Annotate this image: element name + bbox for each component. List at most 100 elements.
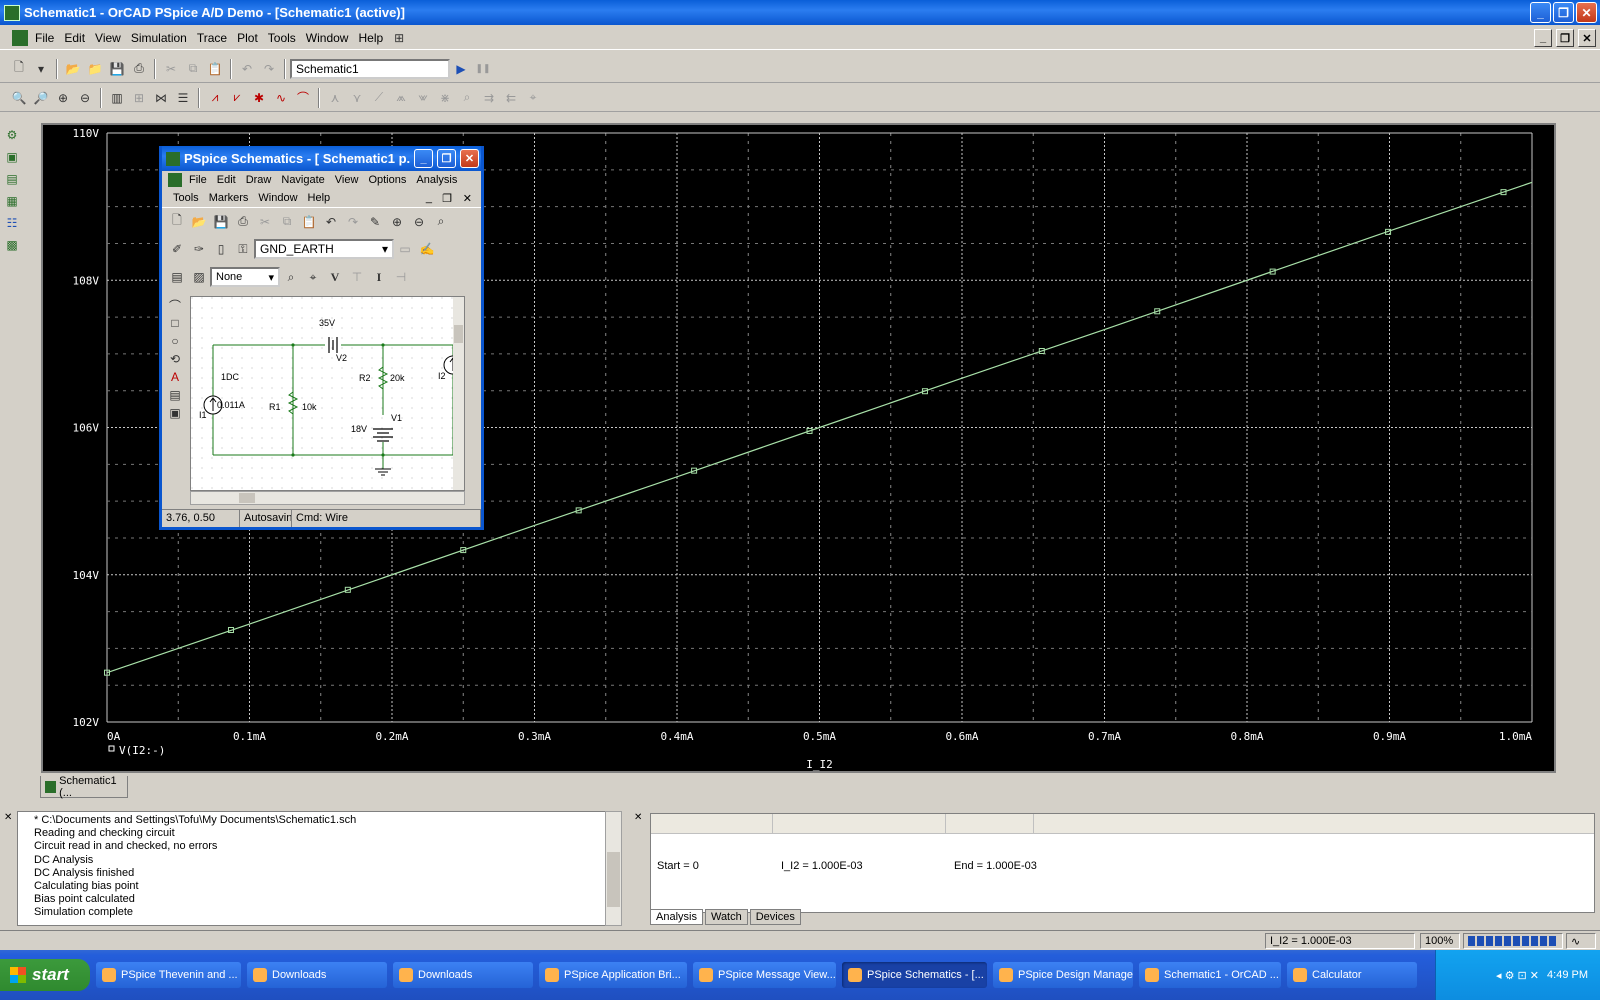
log-x-icon[interactable]: ▥ xyxy=(108,89,126,107)
cut-icon[interactable]: ✂ xyxy=(162,60,180,78)
cursor-trough-icon[interactable]: ⋎ xyxy=(348,89,366,107)
new-doc-icon[interactable]: 🗋 xyxy=(10,60,28,78)
eval-measurement-icon[interactable]: ✱ xyxy=(250,89,268,107)
sim-panel-close[interactable]: ✕ xyxy=(634,812,642,823)
schem-menu-file[interactable]: File xyxy=(184,174,212,186)
schem-menu-view[interactable]: View xyxy=(330,174,364,186)
schem-wire-icon[interactable]: ✐ xyxy=(168,240,186,258)
output-scrollbar[interactable] xyxy=(605,811,622,926)
add-trace-icon[interactable]: ⩘ xyxy=(206,89,224,107)
taskbar-task[interactable]: Downloads xyxy=(247,962,387,988)
mdi-close-button[interactable]: ✕ xyxy=(1578,29,1596,47)
menu-simulation[interactable]: Simulation xyxy=(126,31,192,45)
taskbar-task[interactable]: PSpice Design Manager xyxy=(993,962,1133,988)
current-marker-button[interactable]: I xyxy=(370,268,388,286)
schem-setup-icon[interactable]: ▤ xyxy=(168,268,186,286)
output-scroll-thumb[interactable] xyxy=(607,852,620,907)
taskbar-task[interactable]: PSpice Schematics - [... xyxy=(842,962,987,988)
chevron-down-icon[interactable]: ▾ xyxy=(268,271,274,284)
plot-tab[interactable]: Schematic1 (... xyxy=(40,775,128,799)
menu-view[interactable]: View xyxy=(90,31,126,45)
minimize-button[interactable]: _ xyxy=(1530,2,1551,23)
redo-icon[interactable]: ↷ xyxy=(260,60,278,78)
copy-icon[interactable]: ⧉ xyxy=(184,60,202,78)
fourier-icon[interactable]: ⊞ xyxy=(130,89,148,107)
palette-grid-icon[interactable]: ▩ xyxy=(3,236,21,254)
taskbar-task[interactable]: Schematic1 - OrCAD ... xyxy=(1139,962,1281,988)
schematic-hscroll[interactable] xyxy=(190,491,465,505)
output-panel-close[interactable]: ✕ xyxy=(4,812,12,823)
draw-picture-icon[interactable]: ▣ xyxy=(166,404,184,422)
log-y-icon[interactable]: ☰ xyxy=(174,89,192,107)
schem-menu-help[interactable]: Help xyxy=(303,192,336,204)
previous-transition-icon[interactable]: ⇇ xyxy=(502,89,520,107)
part-name-combo[interactable]: GND_EARTH ▾ xyxy=(254,239,394,259)
schem-block-icon[interactable]: ▯ xyxy=(212,240,230,258)
schem-probe2-icon[interactable]: ⌖ xyxy=(304,268,322,286)
tab-devices[interactable]: Devices xyxy=(749,909,801,925)
schem-paste-icon[interactable]: 📋 xyxy=(300,213,318,231)
schem-open-icon[interactable]: 📂 xyxy=(190,213,208,231)
cursor-max-icon[interactable]: ⩖ xyxy=(414,89,432,107)
cursor-search-icon[interactable]: ⌕ xyxy=(458,89,476,107)
taskbar-task[interactable]: Calculator xyxy=(1287,962,1417,988)
menu-file[interactable]: File xyxy=(30,31,59,45)
schem-simulate-icon[interactable]: ▨ xyxy=(190,268,208,286)
draw-box-icon[interactable]: □ xyxy=(166,314,184,332)
menu-help[interactable]: Help xyxy=(353,31,388,45)
schem-mdi-minimize[interactable]: _ xyxy=(421,192,437,204)
schem-undo-icon[interactable]: ↶ xyxy=(322,213,340,231)
schem-menu-options[interactable]: Options xyxy=(363,174,411,186)
draw-text-icon[interactable]: A xyxy=(166,368,184,386)
mdi-doc-icon[interactable] xyxy=(12,29,28,46)
taskbar-task[interactable]: PSpice Thevenin and ... xyxy=(96,962,241,988)
toggle-cursor-icon[interactable]: ∿ xyxy=(272,89,290,107)
draw-arc-icon[interactable]: ⌒ xyxy=(166,296,184,314)
close-button[interactable]: ✕ xyxy=(1576,2,1597,23)
schem-redraw-icon[interactable]: ✎ xyxy=(366,213,384,231)
draw-textbox-icon[interactable]: ▤ xyxy=(166,386,184,404)
schem-mdi-restore[interactable]: ❐ xyxy=(437,192,457,205)
schem-bus-icon[interactable]: ✑ xyxy=(190,240,208,258)
schematic-vscroll-thumb[interactable] xyxy=(454,325,463,343)
schematic-hscroll-thumb[interactable] xyxy=(239,493,255,503)
schem-new-icon[interactable]: 🗋 xyxy=(168,213,186,231)
menu-plot[interactable]: Plot xyxy=(232,31,263,45)
schem-redo-icon[interactable]: ↷ xyxy=(344,213,362,231)
bias-display-combo[interactable]: None ▾ xyxy=(210,267,280,287)
schem-copy-icon[interactable]: ⧉ xyxy=(278,213,296,231)
schem-part-icon[interactable]: ⚿ xyxy=(234,240,252,258)
voltage-marker-button[interactable]: V xyxy=(326,268,344,286)
schematics-maximize-button[interactable]: ❐ xyxy=(437,149,456,168)
schem-power-marker-icon[interactable]: ⊣ xyxy=(392,268,410,286)
orcad-app-icon[interactable] xyxy=(4,4,20,21)
taskbar-task[interactable]: Downloads xyxy=(393,962,533,988)
schem-menu-navigate[interactable]: Navigate xyxy=(276,174,329,186)
menu-window[interactable]: Window xyxy=(301,31,354,45)
cursor-peak-icon[interactable]: ⋏ xyxy=(326,89,344,107)
schematics-close-button[interactable]: ✕ xyxy=(460,149,479,168)
schem-edit-attr-icon[interactable]: ▭ xyxy=(396,240,414,258)
schem-menu-window[interactable]: Window xyxy=(253,192,302,204)
menu-tools[interactable]: Tools xyxy=(263,31,301,45)
schem-menu-analysis[interactable]: Analysis xyxy=(411,174,462,186)
legend-trace-label[interactable]: V(I2:-) xyxy=(119,744,165,757)
schem-menu-tools[interactable]: Tools xyxy=(168,192,204,204)
schematics-app-icon[interactable] xyxy=(166,151,180,166)
schem-zoom-out-icon[interactable]: ⊖ xyxy=(410,213,428,231)
palette-probe-icon[interactable]: ▦ xyxy=(3,192,21,210)
start-button[interactable]: start xyxy=(0,959,90,991)
mdi-restore-button[interactable]: ❐ xyxy=(1556,29,1574,47)
menu-trace[interactable]: Trace xyxy=(192,31,232,45)
circuit-svg[interactable]: 35V V2 R1 10k R2 20k V1 18V 1DC 0.011A I… xyxy=(191,297,464,490)
simulation-profile-combo[interactable]: Schematic1 xyxy=(290,58,450,79)
palette-gear-icon[interactable]: ⚙ xyxy=(3,126,21,144)
schem-mdi-close[interactable]: ✕ xyxy=(458,192,477,205)
zoom-fit-icon[interactable]: ⊖ xyxy=(76,89,94,107)
palette-list-icon[interactable]: ☷ xyxy=(3,214,21,232)
schem-zoom-area-icon[interactable]: ⌕ xyxy=(432,213,450,231)
cursor-slope-icon[interactable]: ⟋ xyxy=(370,89,388,107)
palette-schematic-icon[interactable]: ▣ xyxy=(3,148,21,166)
palette-output-icon[interactable]: ▤ xyxy=(3,170,21,188)
schematics-minimize-button[interactable]: _ xyxy=(414,149,433,168)
